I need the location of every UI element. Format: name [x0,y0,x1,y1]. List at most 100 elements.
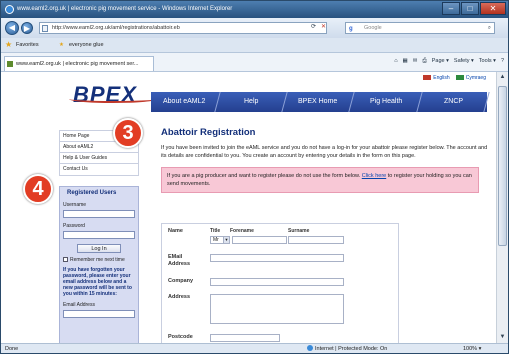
browser-tab[interactable]: www.eaml2.org.uk | electronic pig moveme… [4,56,154,71]
favorites-button[interactable]: Favorites [16,38,39,53]
surname-heading: Surname [288,228,310,234]
producer-notice: If you are a pig producer and want to re… [161,167,479,193]
main-nav: About eAML2 Help BPEX Home Pig Health ZN… [148,92,490,112]
nav-bpex-home-label: BPEX Home [298,98,339,105]
cymraeg-link-label: Cymraeg [465,75,486,81]
command-bar: ⌂ ▦ ✉ ⎙ Page ▾ Safety ▾ Tools ▾ ? [394,58,504,65]
favorites-bar: ★ Favorites ★ everyone glue [1,38,508,53]
close-button[interactable]: ✕ [480,2,506,15]
side-menu-help[interactable]: Help & User Guides [60,153,138,164]
forgot-password-text: If you have forgotten your password, ple… [63,267,132,297]
forward-button[interactable]: ▶ [21,22,33,34]
tools-menu[interactable]: Tools ▾ [479,58,496,65]
side-menu-contact[interactable]: Contact Us [60,164,138,175]
help-icon[interactable]: ? [501,58,504,65]
cymraeg-link[interactable]: Cymraeg [455,75,486,81]
address-url: http://www.eaml2.org.uk/aml/registration… [52,25,180,31]
address-row: ◀ ▶ http://www.eaml2.org.uk/aml/registra… [1,18,508,38]
password-input[interactable] [63,231,135,239]
remember-checkbox[interactable] [63,257,68,262]
favorites-item[interactable]: everyone glue [69,38,104,53]
stop-icon[interactable]: ✕ [321,23,326,30]
address-row-field: Address [168,294,392,334]
nav-help-label: Help [244,98,259,105]
ie-logo-icon [5,5,14,14]
title-heading: Title [210,228,221,234]
language-links: English Cymraeg [423,75,486,81]
click-here-link[interactable]: Click here [362,173,386,179]
print-icon[interactable]: ⎙ [422,58,426,65]
forename-input[interactable] [232,236,287,244]
add-favorite-icon[interactable]: ★ [59,38,64,53]
remember-row[interactable]: Remember me next time [63,257,135,263]
search-icon[interactable]: ⌕ [488,23,491,33]
password-label: Password [63,223,85,229]
main-content: Abattoir Registration If you have been i… [161,127,491,343]
search-input[interactable]: g Google ⌕ [345,22,495,34]
logo-swoosh [69,95,157,103]
english-flag-icon [423,75,432,80]
chevron-down-icon: ▼ [223,237,229,243]
scroll-up-icon[interactable]: ▲ [497,72,508,83]
email-row: EMail Address [168,254,392,278]
nav-zncp-label: ZNCP [443,98,463,105]
address-label: Address [168,294,191,300]
company-label: Company [168,278,194,284]
bpex-logo[interactable]: BPEX [69,82,157,108]
login-button[interactable]: Log In [77,244,121,253]
intro-text: If you have been invited to join the eAM… [161,145,488,159]
title-select[interactable]: Mr ▼ [210,236,230,244]
username-label: Username [63,202,87,208]
login-heading: Registered Users [67,190,117,196]
browser-window: www.eaml2.org.uk | electronic pig moveme… [0,0,509,354]
company-input[interactable] [210,278,344,286]
page-title: Abattoir Registration [161,127,256,138]
google-icon: g [349,26,353,32]
email-label: EMail Address [168,254,191,267]
safety-menu[interactable]: Safety ▾ [454,58,474,65]
scroll-thumb[interactable] [498,86,507,246]
step-3-marker: 3 [113,118,143,148]
email-address-label: Email Address [63,302,95,308]
username-input[interactable] [63,210,135,218]
address-bar[interactable]: http://www.eaml2.org.uk/aml/registration… [39,22,327,34]
name-label: Name [168,228,183,234]
nav-bpex-home[interactable]: BPEX Home [282,92,356,112]
email-input[interactable] [210,254,344,262]
forename-heading: Forename [230,228,254,234]
welsh-flag-icon [455,75,464,80]
back-button[interactable]: ◀ [5,21,19,35]
registration-form: Name Title Forename Surname Mr ▼ EMail A… [161,223,399,343]
nav-about[interactable]: About eAML2 [148,92,221,112]
refresh-icon[interactable]: ⟳ [311,23,316,30]
notice-text-before: If you are a pig producer and want to re… [167,173,361,179]
postcode-input[interactable] [210,334,280,342]
status-text: Done [5,346,19,352]
address-input[interactable] [210,294,344,324]
postcode-row: Postcode [168,334,392,343]
page-icon [42,25,48,32]
maximize-button[interactable]: □ [461,2,479,15]
nav-help[interactable]: Help [215,92,289,112]
nav-pig-health[interactable]: Pig Health [349,92,423,112]
home-icon[interactable]: ⌂ [394,58,397,65]
minimize-button[interactable]: – [442,2,460,15]
tab-title: www.eaml2.org.uk | electronic pig moveme… [16,61,139,67]
recovery-email-input[interactable] [63,310,135,318]
security-zone[interactable]: Internet | Protected Mode: On [307,344,387,353]
zoom-level[interactable]: 100% ▾ [463,344,481,353]
english-link[interactable]: English [423,75,450,81]
mail-icon[interactable]: ✉ [413,58,418,65]
page-menu[interactable]: Page ▾ [432,58,449,65]
scroll-down-icon[interactable]: ▼ [497,332,508,343]
search-placeholder: Google [364,25,382,31]
feeds-icon[interactable]: ▦ [403,58,408,65]
sidebar: Home Page About eAML2 Help & User Guides… [59,130,139,343]
surname-input[interactable] [288,236,344,244]
nav-zncp[interactable]: ZNCP [417,92,490,112]
nav-pig-health-label: Pig Health [369,98,402,105]
page-content: English Cymraeg BPEX About eAML2 Help BP… [1,72,496,343]
nav-about-label: About eAML2 [162,98,206,105]
english-link-label: English [433,75,450,81]
vertical-scrollbar[interactable]: ▲ ▼ [496,72,508,343]
